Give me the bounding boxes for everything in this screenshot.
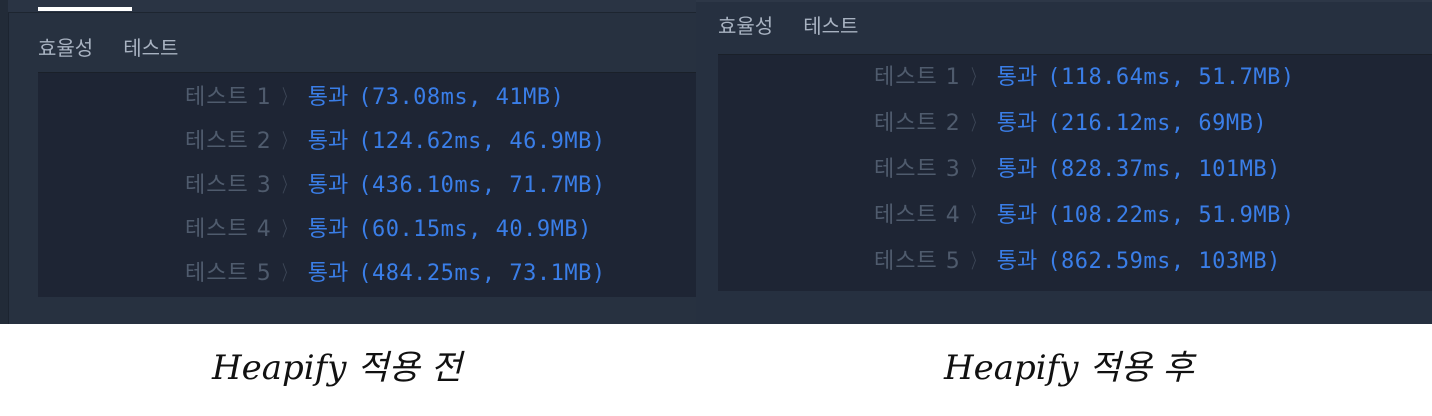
pass-status: 통과 [996, 111, 1038, 136]
test-label: 테스트 5 [185, 261, 272, 286]
test-label: 테스트 4 [185, 217, 272, 242]
test-result-row: 테스트 1 〉 통과 (118.64ms, 51.7MB) [874, 62, 1295, 92]
chevron-right-icon: 〉 [970, 157, 983, 181]
section-heading: 효율성 테스트 [718, 10, 858, 39]
test-detail: (124.62ms, 46.9MB) [358, 129, 606, 154]
test-label: 테스트 1 [874, 65, 961, 90]
chevron-right-icon: 〉 [970, 111, 983, 135]
test-label: 테스트 1 [185, 85, 272, 110]
after-result-panel: 효율성 테스트 테스트 1 〉 통과 (118.64ms, 51.7MB) 테스트 2 〉… [696, 0, 1432, 324]
pass-status: 통과 [996, 203, 1038, 228]
test-detail: (216.12ms, 69MB) [1047, 111, 1268, 136]
test-result-row: 테스트 5 〉 통과 (484.25ms, 73.1MB) [185, 258, 606, 288]
pass-status: 통과 [307, 129, 349, 154]
panel-top-edge [696, 0, 1432, 2]
chevron-right-icon: 〉 [281, 261, 294, 285]
test-tag: 테스트 [803, 14, 859, 38]
test-detail: (436.10ms, 71.7MB) [358, 173, 606, 198]
test-result-row: 테스트 3 〉 통과 (828.37ms, 101MB) [874, 154, 1281, 184]
panel-left-edge [0, 0, 9, 324]
before-result-panel: 효율성 테스트 테스트 1 〉 통과 (73.08ms, 41MB) 테스트 2 〉 통과 (… [0, 0, 696, 324]
pass-status: 통과 [307, 261, 349, 286]
pass-status: 통과 [307, 217, 349, 242]
pass-status: 통과 [996, 65, 1038, 90]
test-detail: (484.25ms, 73.1MB) [358, 261, 606, 286]
efficiency-tag: 효율성 [38, 36, 94, 60]
after-caption: Heapify 적용 후 [944, 348, 1194, 388]
test-result-row: 테스트 4 〉 통과 (60.15ms, 40.9MB) [185, 214, 592, 244]
chevron-right-icon: 〉 [281, 129, 294, 153]
before-caption: Heapify 적용 전 [212, 348, 462, 388]
pass-status: 통과 [307, 173, 349, 198]
test-result-list: 테스트 1 〉 통과 (73.08ms, 41MB) 테스트 2 〉 통과 (124.62m… [38, 72, 696, 297]
pass-status: 통과 [307, 85, 349, 110]
chevron-right-icon: 〉 [970, 249, 983, 273]
test-label: 테스트 2 [185, 129, 272, 154]
test-detail: (108.22ms, 51.9MB) [1047, 203, 1295, 228]
chevron-right-icon: 〉 [281, 85, 294, 109]
test-label: 테스트 4 [874, 203, 961, 228]
pass-status: 통과 [996, 157, 1038, 182]
test-result-row: 테스트 5 〉 통과 (862.59ms, 103MB) [874, 246, 1281, 276]
test-detail: (60.15ms, 40.9MB) [358, 217, 592, 242]
chevron-right-icon: 〉 [281, 217, 294, 241]
test-result-row: 테스트 2 〉 통과 (124.62ms, 46.9MB) [185, 126, 606, 156]
chevron-right-icon: 〉 [970, 65, 983, 89]
test-result-row: 테스트 3 〉 통과 (436.10ms, 71.7MB) [185, 170, 606, 200]
test-result-row: 테스트 2 〉 통과 (216.12ms, 69MB) [874, 108, 1267, 138]
test-result-row: 테스트 1 〉 통과 (73.08ms, 41MB) [185, 82, 564, 112]
chevron-right-icon: 〉 [970, 203, 983, 227]
test-tag: 테스트 [123, 36, 179, 60]
test-label: 테스트 3 [185, 173, 272, 198]
test-detail: (73.08ms, 41MB) [358, 85, 565, 110]
test-result-list: 테스트 1 〉 통과 (118.64ms, 51.7MB) 테스트 2 〉 통과 (216.… [718, 54, 1432, 291]
efficiency-tag: 효율성 [718, 14, 774, 38]
comparison-screenshots: 효율성 테스트 테스트 1 〉 통과 (73.08ms, 41MB) 테스트 2 〉 통과(… [0, 0, 1432, 324]
test-detail: (828.37ms, 101MB) [1047, 157, 1281, 182]
test-detail: (118.64ms, 51.7MB) [1047, 65, 1295, 90]
test-result-row: 테스트 4 〉 통과 (108.22ms, 51.9MB) [874, 200, 1295, 230]
test-label: 테스트 3 [874, 157, 961, 182]
test-detail: (862.59ms, 103MB) [1047, 249, 1281, 274]
test-label: 테스트 5 [874, 249, 961, 274]
test-label: 테스트 2 [874, 111, 961, 136]
pass-status: 통과 [996, 249, 1038, 274]
section-heading: 효율성 테스트 [38, 32, 178, 61]
chevron-right-icon: 〉 [281, 173, 294, 197]
active-tab-indicator [38, 7, 132, 11]
